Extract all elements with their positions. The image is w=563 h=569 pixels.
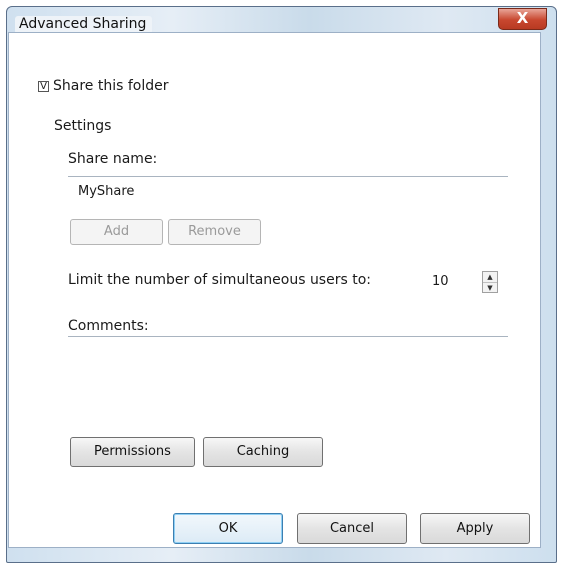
- limit-users-stepper[interactable]: ▲ ▼: [482, 271, 498, 293]
- limit-users-value[interactable]: 10: [432, 274, 449, 289]
- comments-divider: [68, 336, 508, 337]
- share-name-label: Share name:: [68, 151, 158, 167]
- settings-group-label: Settings: [54, 118, 112, 134]
- caching-button[interactable]: Caching: [203, 437, 323, 467]
- comments-field[interactable]: [68, 340, 508, 420]
- apply-button[interactable]: Apply: [420, 513, 530, 544]
- permissions-button[interactable]: Permissions: [70, 437, 195, 467]
- share-name-field[interactable]: MyShare: [78, 184, 134, 199]
- ok-button[interactable]: OK: [173, 513, 283, 544]
- cancel-button[interactable]: Cancel: [297, 513, 407, 544]
- dialog-body: [8, 32, 541, 548]
- chevron-down-icon[interactable]: ▼: [483, 282, 497, 293]
- chevron-up-icon[interactable]: ▲: [483, 272, 497, 282]
- check-mark-icon: V: [40, 80, 47, 92]
- close-icon: X: [516, 9, 529, 27]
- share-folder-checkbox[interactable]: V: [38, 80, 49, 92]
- share-folder-row[interactable]: V Share this folder: [38, 78, 169, 94]
- share-folder-label: Share this folder: [53, 78, 169, 94]
- remove-button[interactable]: Remove: [168, 219, 261, 245]
- share-name-divider: [68, 176, 508, 177]
- add-button[interactable]: Add: [70, 219, 163, 245]
- comments-label: Comments:: [68, 318, 149, 334]
- limit-users-label: Limit the number of simultaneous users t…: [68, 272, 371, 288]
- close-button[interactable]: X: [498, 8, 547, 30]
